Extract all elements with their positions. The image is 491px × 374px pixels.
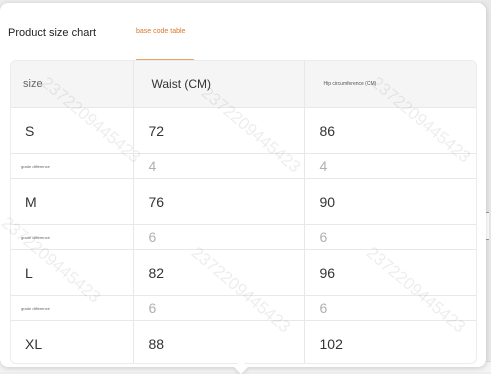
size-table: size Waist (CM) Hip circumference (CM) S…	[11, 61, 476, 363]
table-row: M 76 90	[11, 178, 476, 225]
grade-difference-label: grade difference	[11, 295, 134, 321]
table-row: grade difference 6 6	[11, 224, 476, 250]
hip-grade-difference: 6	[304, 295, 476, 321]
waist-value: 82	[133, 249, 305, 296]
size-label: XL	[11, 320, 134, 363]
tab-base-code-table-label: base code table	[136, 28, 186, 35]
column-header-waist: Waist (CM)	[133, 61, 305, 108]
table-row: XL 88 102	[11, 320, 476, 363]
size-label: L	[11, 249, 134, 296]
hip-grade-difference: 4	[304, 153, 476, 179]
grade-difference-label: grade difference	[11, 153, 134, 179]
table-row: grade difference 6 6	[11, 295, 476, 321]
hip-value: 96	[304, 249, 476, 296]
size-label: M	[11, 178, 134, 225]
column-header-hip: Hip circumference (CM)	[304, 61, 476, 108]
waist-grade-difference: 6	[133, 224, 305, 250]
column-header-size: size	[11, 61, 134, 108]
grade-difference-label: grade difference	[11, 224, 134, 250]
hip-grade-difference: 6	[304, 224, 476, 250]
hip-value: 90	[304, 178, 476, 225]
waist-grade-difference: 6	[133, 295, 305, 321]
tab-base-code-table[interactable]: base code table	[136, 3, 194, 60]
table-row: grade difference 4 4	[11, 153, 476, 179]
hip-value: 102	[319, 335, 343, 352]
waist-value: 88	[133, 320, 305, 363]
size-table-container: size Waist (CM) Hip circumference (CM) S…	[10, 60, 477, 364]
waist-value: 72	[133, 107, 305, 154]
table-row: S 72 86	[11, 107, 476, 154]
table-row: L 82 96	[11, 249, 476, 296]
waist-grade-difference: 4	[133, 153, 305, 179]
size-chart-title: Product size chart	[8, 27, 97, 39]
size-chart-popup: Product size chart base code table size …	[0, 3, 486, 367]
popup-header: Product size chart base code table	[0, 3, 486, 61]
waist-value: 76	[133, 178, 305, 225]
hip-value: 86	[304, 107, 476, 154]
size-label: S	[11, 107, 134, 154]
table-header-row: size Waist (CM) Hip circumference (CM)	[11, 61, 476, 108]
